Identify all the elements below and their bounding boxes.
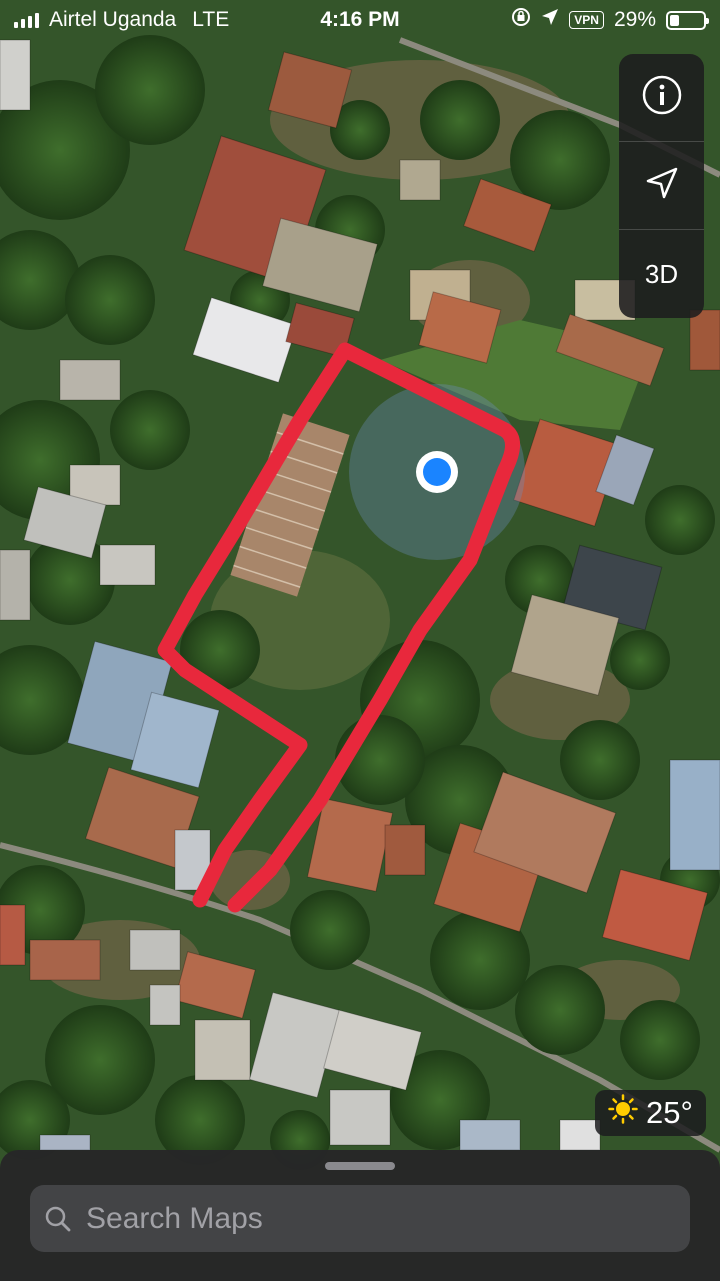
map-controls: 3D [619, 54, 704, 318]
orientation-lock-icon [511, 7, 531, 33]
search-input[interactable] [84, 1200, 648, 1237]
battery-percentage: 29% [613, 8, 656, 31]
bottom-sheet[interactable] [0, 1150, 720, 1281]
search-bar[interactable] [30, 1185, 690, 1252]
vpn-badge: VPN [569, 11, 604, 29]
battery-icon [666, 10, 709, 30]
status-bar: Airtel Uganda LTE 4:16 PM VPN 29% [0, 0, 720, 40]
info-button[interactable] [619, 54, 704, 142]
sun-icon [608, 1094, 638, 1132]
info-icon [641, 74, 683, 121]
3d-view-button[interactable]: 3D [619, 230, 704, 318]
search-icon [44, 1204, 74, 1234]
location-arrow-icon [642, 163, 682, 208]
location-services-icon [541, 8, 559, 32]
track-location-button[interactable] [619, 142, 704, 230]
temperature: 25° [646, 1095, 693, 1130]
sheet-grabber[interactable] [325, 1162, 395, 1170]
weather-badge: 25° [595, 1090, 706, 1136]
satellite-map[interactable] [0, 0, 720, 1281]
